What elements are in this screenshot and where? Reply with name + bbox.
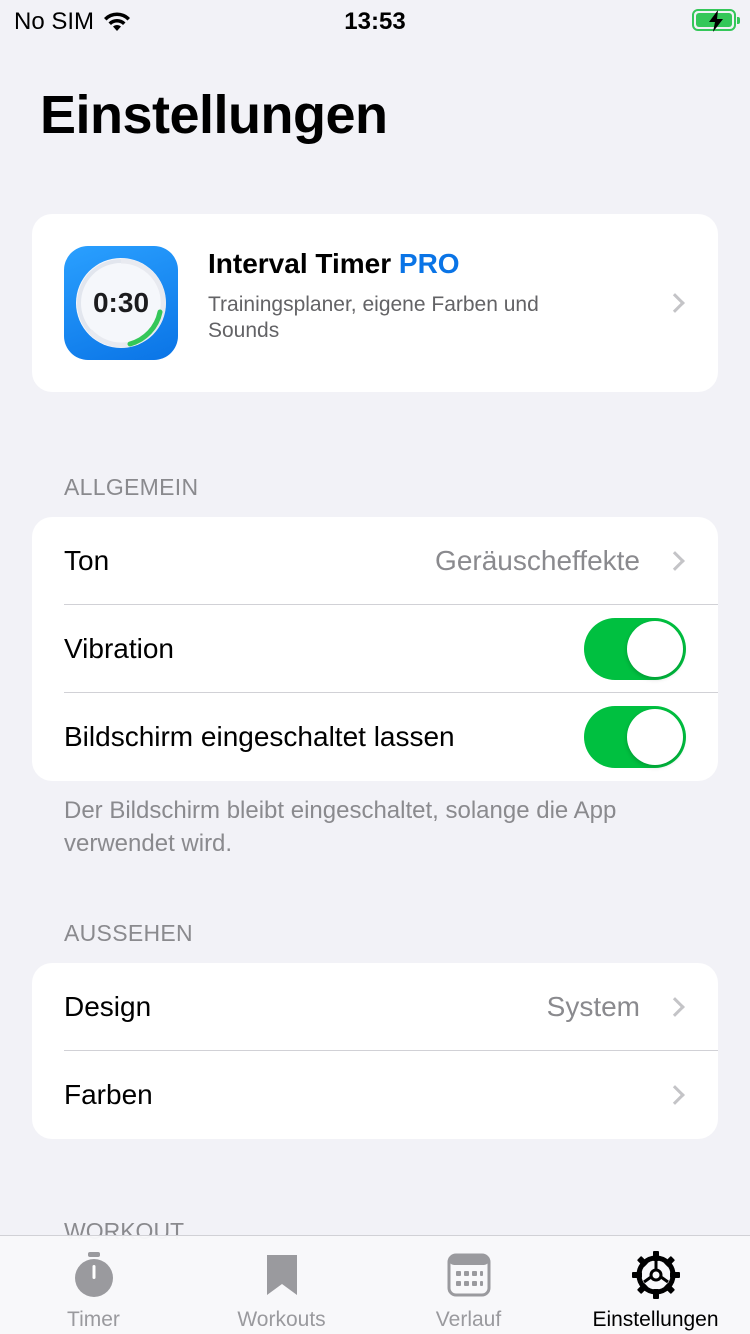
design-value: System [546, 991, 640, 1022]
app-icon-time: 0:30 [92, 287, 150, 318]
app-icon: 0:30 [64, 246, 178, 360]
tab-workouts-label: Workouts [237, 1308, 326, 1331]
pro-upgrade-card[interactable]: 0:30 Interval Timer PRO Trainingsplaner,… [32, 214, 718, 392]
tab-settings[interactable]: Einstellungen [562, 1236, 749, 1334]
chevron-right-icon [665, 293, 685, 313]
tab-workouts[interactable]: Workouts [188, 1236, 375, 1334]
page-title: Einstellungen [40, 85, 388, 145]
pro-title: Interval Timer PRO [208, 248, 460, 280]
battery-icon [692, 9, 740, 32]
sound-value: Geräuscheffekte [435, 545, 640, 576]
sound-row[interactable]: Ton Geräuscheffekte [32, 517, 718, 605]
colors-row[interactable]: Farben [32, 1051, 718, 1139]
general-settings-group: Ton Geräuscheffekte Vibration Bildschirm… [32, 517, 718, 781]
keep-screen-on-toggle[interactable] [584, 706, 686, 768]
keep-screen-on-label: Bildschirm eingeschaltet lassen [64, 721, 455, 752]
colors-label: Farben [64, 1079, 153, 1110]
status-bar: No SIM 13:53 [0, 0, 750, 40]
chevron-right-icon [665, 551, 685, 571]
tab-history[interactable]: Verlauf [375, 1236, 562, 1334]
keep-screen-on-note: Der Bildschirm bleibt eingeschaltet, sol… [64, 797, 617, 857]
pro-title-text: Interval Timer [208, 248, 392, 279]
vibration-row: Vibration [32, 605, 718, 693]
appearance-settings-group: Design System Farben [32, 963, 718, 1139]
status-time: 13:53 [344, 8, 406, 35]
tab-history-label: Verlauf [435, 1308, 502, 1331]
sound-label: Ton [64, 545, 110, 576]
design-row[interactable]: Design System [32, 963, 718, 1051]
bookmark-icon [266, 1255, 297, 1295]
charging-bolt-icon [709, 10, 723, 32]
gear-icon [631, 1251, 680, 1299]
tab-settings-label: Einstellungen [592, 1308, 719, 1331]
vibration-label: Vibration [64, 633, 175, 664]
tab-bar: Timer Workouts Verlauf Einstellungen [0, 1235, 750, 1334]
pro-subtitle: Trainingsplaner, eigene Farben und Sound… [208, 293, 539, 342]
section-header-appearance: AUSSEHEN [64, 920, 193, 946]
tab-timer-label: Timer [67, 1308, 120, 1331]
chevron-right-icon [665, 1085, 685, 1105]
calendar-icon [447, 1253, 490, 1297]
vibration-toggle[interactable] [584, 618, 686, 680]
stopwatch-icon [74, 1252, 113, 1297]
tab-timer[interactable]: Timer [0, 1236, 187, 1334]
pro-badge: PRO [398, 248, 460, 279]
section-header-general: ALLGEMEIN [64, 474, 199, 500]
chevron-right-icon [665, 997, 685, 1017]
design-label: Design [64, 991, 152, 1022]
keep-screen-on-row: Bildschirm eingeschaltet lassen [32, 693, 718, 781]
